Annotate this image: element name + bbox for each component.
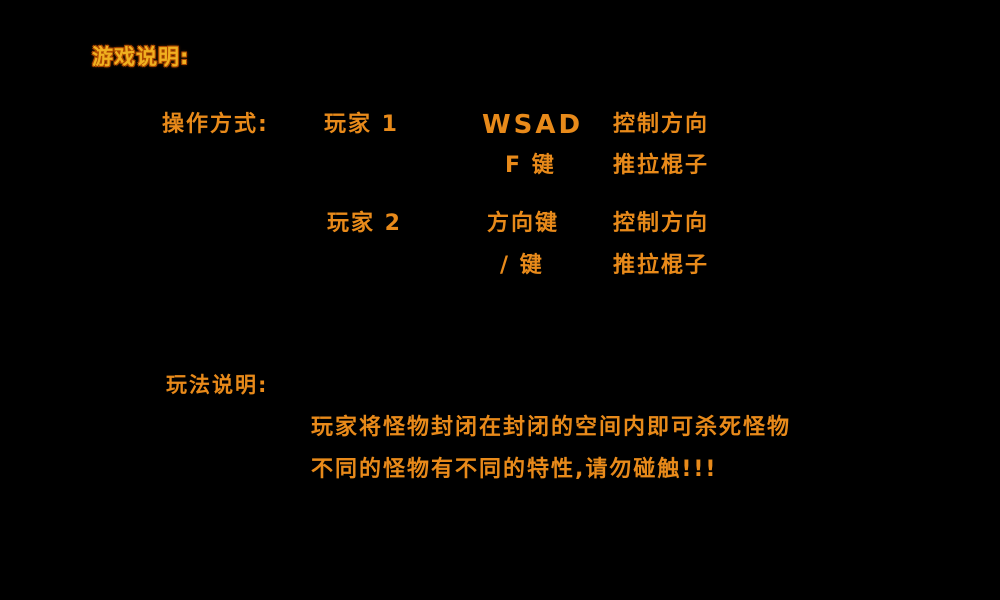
player1-name: 玩家 1 [324,112,399,137]
rules-line: 不同的怪物有不同的特性,请勿碰触!!! [311,457,718,482]
controls-label: 操作方式: [162,112,269,137]
player2-push-action: 推拉棍子 [613,253,710,278]
player1-push-action: 推拉棍子 [613,153,710,178]
player2-push-key: / 键 [500,253,544,278]
player1-push-key: F 键 [505,153,556,178]
player2-name: 玩家 2 [327,211,402,236]
rules-line: 玩家将怪物封闭在封闭的空间内即可杀死怪物 [311,415,792,440]
player1-move-key: WSAD [482,110,584,140]
page-title: 游戏说明: [92,45,190,69]
player1-move-action: 控制方向 [613,112,710,137]
rules-label: 玩法说明: [166,373,269,397]
instructions-screen: 游戏说明: 操作方式: 玩家 1 WSAD 控制方向 F 键 推拉棍子 玩家 2… [0,0,1000,600]
player2-move-key: 方向键 [487,211,560,236]
player2-move-action: 控制方向 [613,211,710,236]
